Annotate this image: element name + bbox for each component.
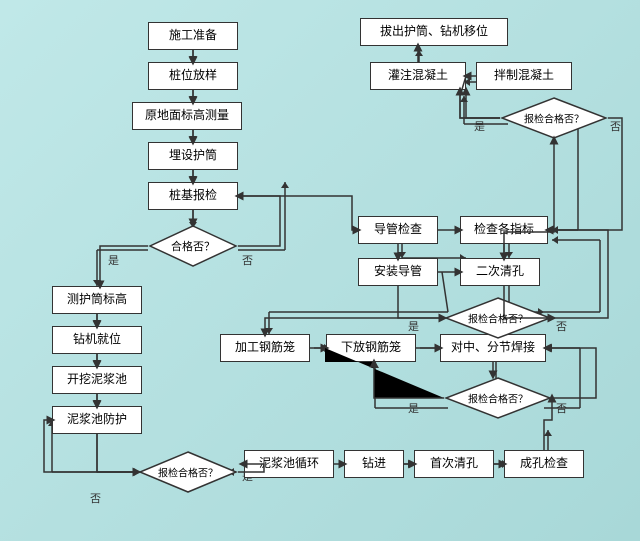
box-b8: 开挖泥浆池: [52, 366, 142, 394]
box-b17: 导管检查: [358, 216, 438, 244]
diamond-d2: 报检合格否？: [138, 450, 238, 494]
d5-yes-label: 是: [474, 118, 485, 134]
diamond-d4: 报检合格否？: [444, 296, 552, 340]
box-b21: 灌注混凝土: [370, 62, 466, 90]
d3-no-label: 否: [556, 400, 567, 416]
box-b20: 二次清孔: [460, 258, 540, 286]
d5-no-label: 否: [610, 118, 621, 134]
d4-no-label: 否: [556, 318, 567, 334]
diamond-d2-label: 报检合格否？: [138, 465, 238, 480]
diamond-d5: 报检合格否？: [500, 96, 608, 140]
diamond-d4-label: 报检合格否？: [444, 311, 552, 326]
box-b6: 测护筒标高: [52, 286, 142, 314]
d1-yes-label: 是: [108, 252, 119, 268]
d2-no-label: 否: [90, 490, 101, 506]
box-b5: 桩基报检: [148, 182, 238, 210]
diamond-d3-label: 报检合格否？: [444, 391, 552, 406]
box-b12: 首次清孔: [414, 450, 494, 478]
box-b9: 泥浆池防护: [52, 406, 142, 434]
box-b10: 泥浆池循环: [244, 450, 334, 478]
box-b22: 拌制混凝土: [476, 62, 572, 90]
d4-yes-label: 是: [408, 318, 419, 334]
box-b3: 原地面标高测量: [132, 102, 242, 130]
box-b2: 桩位放样: [148, 62, 238, 90]
box-b4: 埋设护筒: [148, 142, 238, 170]
diamond-d3: 报检合格否？: [444, 376, 552, 420]
diamond-d1-label: 合格否？: [148, 238, 238, 254]
flowchart-container: 施工准备 桩位放样 原地面标高测量 埋设护筒 桩基报检 合格否？ 是 否 测护筒…: [0, 0, 640, 541]
box-b11: 钻进: [344, 450, 404, 478]
box-b7: 钻机就位: [52, 326, 142, 354]
box-b15: 下放钢筋笼: [326, 334, 416, 362]
d1-no-label: 否: [242, 252, 253, 268]
box-b14: 加工钢筋笼: [220, 334, 310, 362]
box-b13: 成孔检查: [504, 450, 584, 478]
d3-yes-label: 是: [408, 400, 419, 416]
box-b23: 拔出护筒、钻机移位: [360, 18, 508, 46]
diamond-d1: 合格否？: [148, 224, 238, 268]
box-b19: 安装导管: [358, 258, 438, 286]
box-b18: 检查各指标: [460, 216, 548, 244]
box-b1: 施工准备: [148, 22, 238, 50]
diamond-d5-label: 报检合格否？: [500, 111, 608, 126]
